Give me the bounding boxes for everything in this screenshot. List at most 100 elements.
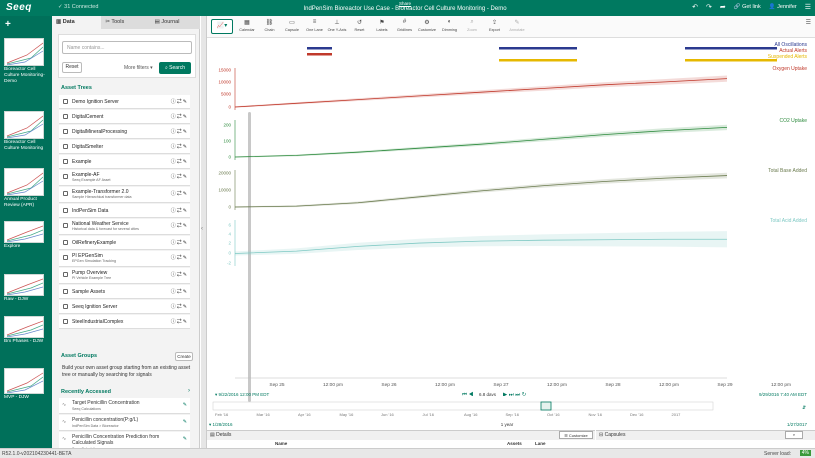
tool-labels[interactable]: ⚑ Labels bbox=[370, 19, 394, 32]
tool-export[interactable]: ⇪ Export bbox=[483, 19, 507, 32]
tool-one-y-axis[interactable]: ⊥ One Y-Axis bbox=[325, 19, 349, 32]
pin-icon[interactable]: ✎ bbox=[183, 191, 188, 197]
view-selector-button[interactable]: 📈▾ bbox=[211, 19, 233, 34]
overview-selection-handle[interactable] bbox=[540, 401, 552, 411]
pin-icon[interactable]: ✎ bbox=[183, 255, 188, 261]
tool-dimming[interactable]: ◐ Dimming bbox=[438, 19, 462, 32]
tool-zoom[interactable]: ⌕ Zoom bbox=[460, 19, 484, 32]
pin-icon[interactable]: ✎ bbox=[183, 159, 188, 165]
more-filters-link[interactable]: More filters ▾ bbox=[124, 65, 153, 71]
recent-item-text[interactable]: Target Penicillin Concentration Seeq Calc… bbox=[72, 400, 180, 412]
worksheet-label[interactable]: Bioreactor Cell Culture Monitoring-Demo bbox=[4, 67, 48, 85]
pin-icon[interactable]: ✎ bbox=[183, 99, 188, 105]
worksheet-thumbnail[interactable]: Bioreactor Cell Culture Monitoring bbox=[4, 111, 48, 152]
recent-item-name[interactable]: Target Penicillin Concentration bbox=[72, 400, 140, 406]
reset-button[interactable]: Reset bbox=[62, 62, 82, 73]
tab-data[interactable]: ▥ Data bbox=[52, 16, 102, 29]
worksheet-thumbnail[interactable]: MVP - DJW bbox=[4, 368, 48, 401]
asset-tree-item[interactable]: SteelIndustrialComplex ⓘ⇄✎ bbox=[59, 315, 190, 329]
pin-icon[interactable]: ✎ bbox=[183, 289, 188, 295]
recent-item-name[interactable]: Penicillin concentration(P:g/L) bbox=[72, 417, 138, 423]
tab-journal[interactable]: ▤ Journal bbox=[151, 16, 200, 29]
worksheet-label[interactable]: MVP - DJW bbox=[4, 395, 48, 401]
worksheet-label[interactable]: Bioreactor Cell Culture Monitoring bbox=[4, 140, 48, 152]
asset-tree-name[interactable]: DigitalSmelter bbox=[72, 144, 162, 150]
overview-timeline[interactable]: Feb '16 Mar '16 Apr '16 May '16 Jun '16 Jul '… bbox=[207, 396, 815, 430]
asset-tree-name[interactable]: IndPenSim Data bbox=[72, 208, 162, 214]
asset-tree-name[interactable]: DigitalCement bbox=[72, 114, 162, 120]
pin-icon[interactable]: ✎ bbox=[183, 129, 188, 135]
asset-tree-name[interactable]: Example bbox=[72, 159, 162, 165]
tool-gridlines[interactable]: # Gridlines bbox=[393, 19, 417, 32]
pin-icon[interactable]: ✎ bbox=[183, 304, 188, 310]
asset-tree-item[interactable]: Example-Transformer 2.0 Sample Hierarchic… bbox=[59, 187, 190, 203]
tab-tools[interactable]: ✂ Tools bbox=[101, 16, 150, 29]
recent-item[interactable]: ∿ Penicillin concentration(P:g/L) IndPenSi… bbox=[59, 415, 190, 431]
worksheet-thumbnail[interactable]: Explore bbox=[4, 221, 48, 250]
pin-icon[interactable]: ✎ bbox=[183, 114, 188, 120]
capsules-search-icon[interactable]: ⌕ bbox=[785, 431, 803, 439]
asset-tree-item[interactable]: DigitalMineralProcessing ⓘ⇄✎ bbox=[59, 125, 190, 139]
asset-tree-name[interactable]: OilRefineryExample bbox=[72, 240, 162, 246]
tool-reset[interactable]: ↺ Reset bbox=[348, 19, 372, 32]
asset-tree-item[interactable]: IndPenSim Data ⓘ⇄✎ bbox=[59, 204, 190, 218]
asset-tree-item[interactable]: Seeq Ignition Server ⓘ⇄✎ bbox=[59, 300, 190, 314]
asset-tree-item[interactable]: Example-AF Seeq Example AF Asset ⓘ⇄✎ bbox=[59, 170, 190, 186]
recent-item[interactable]: ∿ Target Penicillin Concentration Seeq Cal… bbox=[59, 398, 190, 414]
tool-capsule[interactable]: ▭ Capsule bbox=[280, 19, 304, 32]
add-to-display-icon[interactable]: ✎ bbox=[183, 436, 187, 442]
asset-tree-item[interactable]: DigitalSmelter ⓘ⇄✎ bbox=[59, 140, 190, 154]
search-input[interactable]: Name contains... bbox=[62, 41, 192, 54]
add-worksheet-button[interactable]: + bbox=[5, 19, 11, 30]
worksheet-thumbnail[interactable]: Brx Phases - DJW bbox=[4, 316, 48, 345]
asset-tree-name[interactable]: DigitalMineralProcessing bbox=[72, 129, 162, 135]
asset-tree-item[interactable]: National Weather Service Historical data … bbox=[59, 219, 190, 235]
redo-icon[interactable]: ↷ bbox=[706, 3, 712, 11]
add-to-display-icon[interactable]: ✎ bbox=[183, 402, 187, 408]
share-icon[interactable]: ➦ bbox=[720, 3, 726, 11]
chevron-right-icon[interactable]: › bbox=[188, 388, 190, 394]
asset-tree-name[interactable]: Sample Assets bbox=[72, 289, 162, 295]
details-title[interactable]: ▤ Details bbox=[210, 432, 231, 438]
tool-annotate[interactable]: ✎ Annotate bbox=[505, 19, 529, 32]
capsules-title[interactable]: ⊟ Capsules bbox=[599, 432, 625, 438]
add-to-display-icon[interactable]: ✎ bbox=[183, 419, 187, 425]
worksheet-thumbnail[interactable]: Bioreactor Cell Culture Monitoring-Demo bbox=[4, 38, 48, 85]
asset-tree-item[interactable]: Sample Assets ⓘ⇄✎ bbox=[59, 285, 190, 299]
worksheet-thumbnail[interactable]: Raw - DJW bbox=[4, 274, 48, 303]
customize-button[interactable]: ☰ Customize bbox=[559, 431, 593, 439]
undo-icon[interactable]: ↶ bbox=[692, 3, 698, 11]
asset-tree-name[interactable]: SteelIndustrialComplex bbox=[72, 319, 162, 325]
asset-tree-item[interactable]: Pump Overview PI Vehicle Example Tree ⓘ⇄✎ bbox=[59, 268, 190, 284]
asset-tree-name[interactable]: Seeq Ignition Server bbox=[72, 304, 162, 310]
asset-tree-name[interactable]: Demo Ignition Server bbox=[72, 99, 162, 105]
worksheet-label[interactable]: Explore bbox=[4, 244, 48, 250]
pin-icon[interactable]: ✎ bbox=[183, 272, 188, 278]
tool-customize[interactable]: ⚙ Customize bbox=[415, 19, 439, 32]
worksheet-label[interactable]: Brx Phases - DJW bbox=[4, 339, 48, 345]
get-link-button[interactable]: 🔗 Get link bbox=[734, 4, 761, 10]
pin-icon[interactable]: ✎ bbox=[183, 240, 188, 246]
workbook-title[interactable]: IndPenSim Bioreactor Use Case - Bioreact… bbox=[280, 6, 530, 12]
tool-one-lane[interactable]: ≡ One Lane bbox=[303, 19, 327, 32]
pin-icon[interactable]: ✎ bbox=[183, 319, 188, 325]
worksheet-thumbnail[interactable]: Annual Product Review (APR) bbox=[4, 168, 48, 209]
recent-item-name[interactable]: Penicillin Concentration Prediction from… bbox=[72, 434, 159, 446]
asset-tree-item[interactable]: OilRefineryExample ⓘ⇄✎ bbox=[59, 236, 190, 250]
lane-column-header[interactable]: Lane bbox=[535, 441, 546, 446]
worksheet-label[interactable]: Raw - DJW bbox=[4, 297, 48, 303]
asset-tree-item[interactable]: Demo Ignition Server ⓘ⇄✎ bbox=[59, 95, 190, 109]
trend-chart[interactable]: All OscillationsActual AlertsSuspended A… bbox=[207, 38, 815, 396]
collapse-arrow-icon[interactable]: ‹ bbox=[201, 226, 203, 232]
pin-icon[interactable]: ✎ bbox=[183, 208, 188, 214]
tool-calendar[interactable]: ▦ Calendar bbox=[235, 19, 259, 32]
recent-item-text[interactable]: Penicillin concentration(P:g/L) IndPenSim… bbox=[72, 417, 180, 429]
search-button[interactable]: ⌕ Search bbox=[159, 62, 191, 74]
pin-icon[interactable]: ✎ bbox=[183, 223, 188, 229]
hamburger-icon[interactable]: ☰ bbox=[805, 3, 811, 11]
tool-chain[interactable]: ⛓ Chain bbox=[258, 19, 282, 32]
create-group-button[interactable]: Create bbox=[175, 352, 193, 361]
asset-tree-item[interactable]: PI EPGenSim EPGen Simulation Tracking ⓘ⇄✎ bbox=[59, 251, 190, 267]
assets-column-header[interactable]: Assets bbox=[507, 441, 522, 446]
name-column-header[interactable]: Name bbox=[275, 441, 287, 446]
